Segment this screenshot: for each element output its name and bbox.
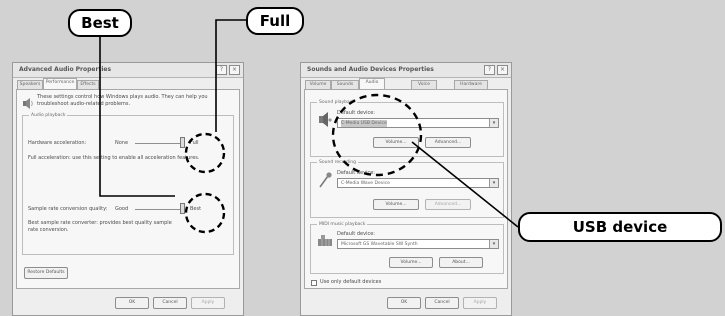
usb-device-highlight-circle [331,93,423,177]
best-leader-line [99,36,175,197]
full-highlight-circle [184,132,226,174]
screenshot-scene: Advanced Audio Properties ? × Speakers P… [0,0,725,316]
usb-device-callout: USB device [518,212,722,242]
best-callout: Best [68,9,132,37]
full-leader-line [215,19,247,132]
best-highlight-circle [184,192,226,234]
usb-leader-line [411,141,519,228]
full-callout: Full [246,7,304,35]
annotation-overlay [99,19,519,234]
